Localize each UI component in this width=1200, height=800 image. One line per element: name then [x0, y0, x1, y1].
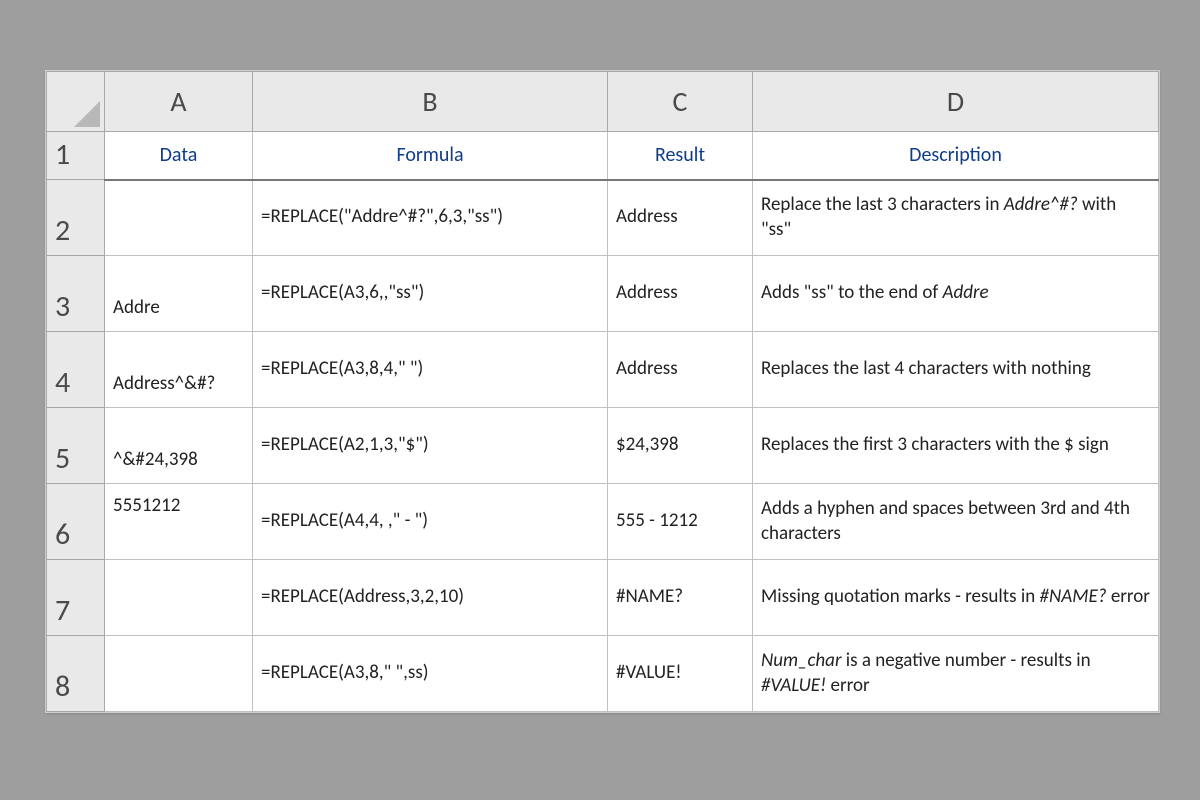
- cell-B7[interactable]: =REPLACE(Address,3,2,10): [253, 560, 608, 636]
- row-3: 3 Addre =REPLACE(A3,6,,"ss") Address Add…: [47, 256, 1159, 332]
- col-header-C[interactable]: C: [608, 72, 753, 132]
- text: Adds a hyphen and spaces between 3rd and…: [761, 497, 1130, 545]
- cell-A4[interactable]: Address^&#?: [105, 332, 253, 408]
- text: Replaces the first 3 characters with the…: [761, 433, 1109, 456]
- cell-A1[interactable]: Data: [105, 132, 253, 180]
- spreadsheet: A B C D 1 Data Formula Result Descriptio…: [45, 70, 1160, 713]
- cell-B2[interactable]: =REPLACE("Addre^#?",6,3,"ss"): [253, 180, 608, 256]
- row-5: 5 ^&#24,398 =REPLACE(A2,1,3,"$") $24,398…: [47, 408, 1159, 484]
- row-2: 2 =REPLACE("Addre^#?",6,3,"ss") Address …: [47, 180, 1159, 256]
- select-all-corner[interactable]: [47, 72, 105, 132]
- italic-text: Num_char: [761, 649, 841, 672]
- text: Replaces the last 4 characters with noth…: [761, 357, 1091, 380]
- cell-C4[interactable]: Address: [608, 332, 753, 408]
- row-header-5[interactable]: 5: [47, 408, 105, 484]
- cell-C1[interactable]: Result: [608, 132, 753, 180]
- cell-B5[interactable]: =REPLACE(A2,1,3,"$"): [253, 408, 608, 484]
- cell-D8[interactable]: Num_char is a negative number - results …: [753, 636, 1159, 712]
- row-4: 4 Address^&#? =REPLACE(A3,8,4," ") Addre…: [47, 332, 1159, 408]
- text: Adds "ss" to the end of: [761, 281, 943, 304]
- italic-text: Addre^#?: [1004, 193, 1078, 216]
- cell-C5[interactable]: $24,398: [608, 408, 753, 484]
- text: Replace the last 3 characters in: [761, 193, 1004, 216]
- text: error: [826, 674, 869, 697]
- cell-D4[interactable]: Replaces the last 4 characters with noth…: [753, 332, 1159, 408]
- cell-A6[interactable]: 5551212: [105, 484, 253, 560]
- row-6: 6 5551212 =REPLACE(A4,4, ," - ") 555 - 1…: [47, 484, 1159, 560]
- cell-C7[interactable]: #NAME?: [608, 560, 753, 636]
- italic-text: #NAME?: [1040, 585, 1107, 608]
- row-header-3[interactable]: 3: [47, 256, 105, 332]
- cell-A3[interactable]: Addre: [105, 256, 253, 332]
- grid: A B C D 1 Data Formula Result Descriptio…: [46, 71, 1159, 712]
- cell-B4[interactable]: =REPLACE(A3,8,4," "): [253, 332, 608, 408]
- cell-D2[interactable]: Replace the last 3 characters in Addre^#…: [753, 180, 1159, 256]
- text: is a negative number - results in: [841, 649, 1090, 672]
- row-header-6[interactable]: 6: [47, 484, 105, 560]
- cell-B1[interactable]: Formula: [253, 132, 608, 180]
- row-header-7[interactable]: 7: [47, 560, 105, 636]
- cell-A2[interactable]: [105, 180, 253, 256]
- row-1: 1 Data Formula Result Description: [47, 132, 1159, 180]
- cell-D6[interactable]: Adds a hyphen and spaces between 3rd and…: [753, 484, 1159, 560]
- row-header-1[interactable]: 1: [47, 132, 105, 180]
- row-header-8[interactable]: 8: [47, 636, 105, 712]
- cell-B3[interactable]: =REPLACE(A3,6,,"ss"): [253, 256, 608, 332]
- cell-C8[interactable]: #VALUE!: [608, 636, 753, 712]
- cell-D1[interactable]: Description: [753, 132, 1159, 180]
- col-header-B[interactable]: B: [253, 72, 608, 132]
- cell-D3[interactable]: Adds "ss" to the end of Addre: [753, 256, 1159, 332]
- italic-text: #VALUE!: [761, 674, 826, 697]
- cell-C6[interactable]: 555 - 1212: [608, 484, 753, 560]
- italic-text: Addre: [943, 281, 989, 304]
- col-header-D[interactable]: D: [753, 72, 1159, 132]
- cell-B6[interactable]: =REPLACE(A4,4, ," - "): [253, 484, 608, 560]
- cell-A7[interactable]: [105, 560, 253, 636]
- cell-C3[interactable]: Address: [608, 256, 753, 332]
- cell-A5[interactable]: ^&#24,398: [105, 408, 253, 484]
- cell-D5[interactable]: Replaces the first 3 characters with the…: [753, 408, 1159, 484]
- select-all-triangle-icon: [74, 101, 100, 127]
- cell-C2[interactable]: Address: [608, 180, 753, 256]
- row-7: 7 =REPLACE(Address,3,2,10) #NAME? Missin…: [47, 560, 1159, 636]
- text: error: [1107, 585, 1150, 608]
- column-header-row: A B C D: [47, 72, 1159, 132]
- cell-A8[interactable]: [105, 636, 253, 712]
- text: Missing quotation marks - results in: [761, 585, 1040, 608]
- row-8: 8 =REPLACE(A3,8," ",ss) #VALUE! Num_char…: [47, 636, 1159, 712]
- cell-D7[interactable]: Missing quotation marks - results in #NA…: [753, 560, 1159, 636]
- cell-B8[interactable]: =REPLACE(A3,8," ",ss): [253, 636, 608, 712]
- row-header-4[interactable]: 4: [47, 332, 105, 408]
- col-header-A[interactable]: A: [105, 72, 253, 132]
- row-header-2[interactable]: 2: [47, 180, 105, 256]
